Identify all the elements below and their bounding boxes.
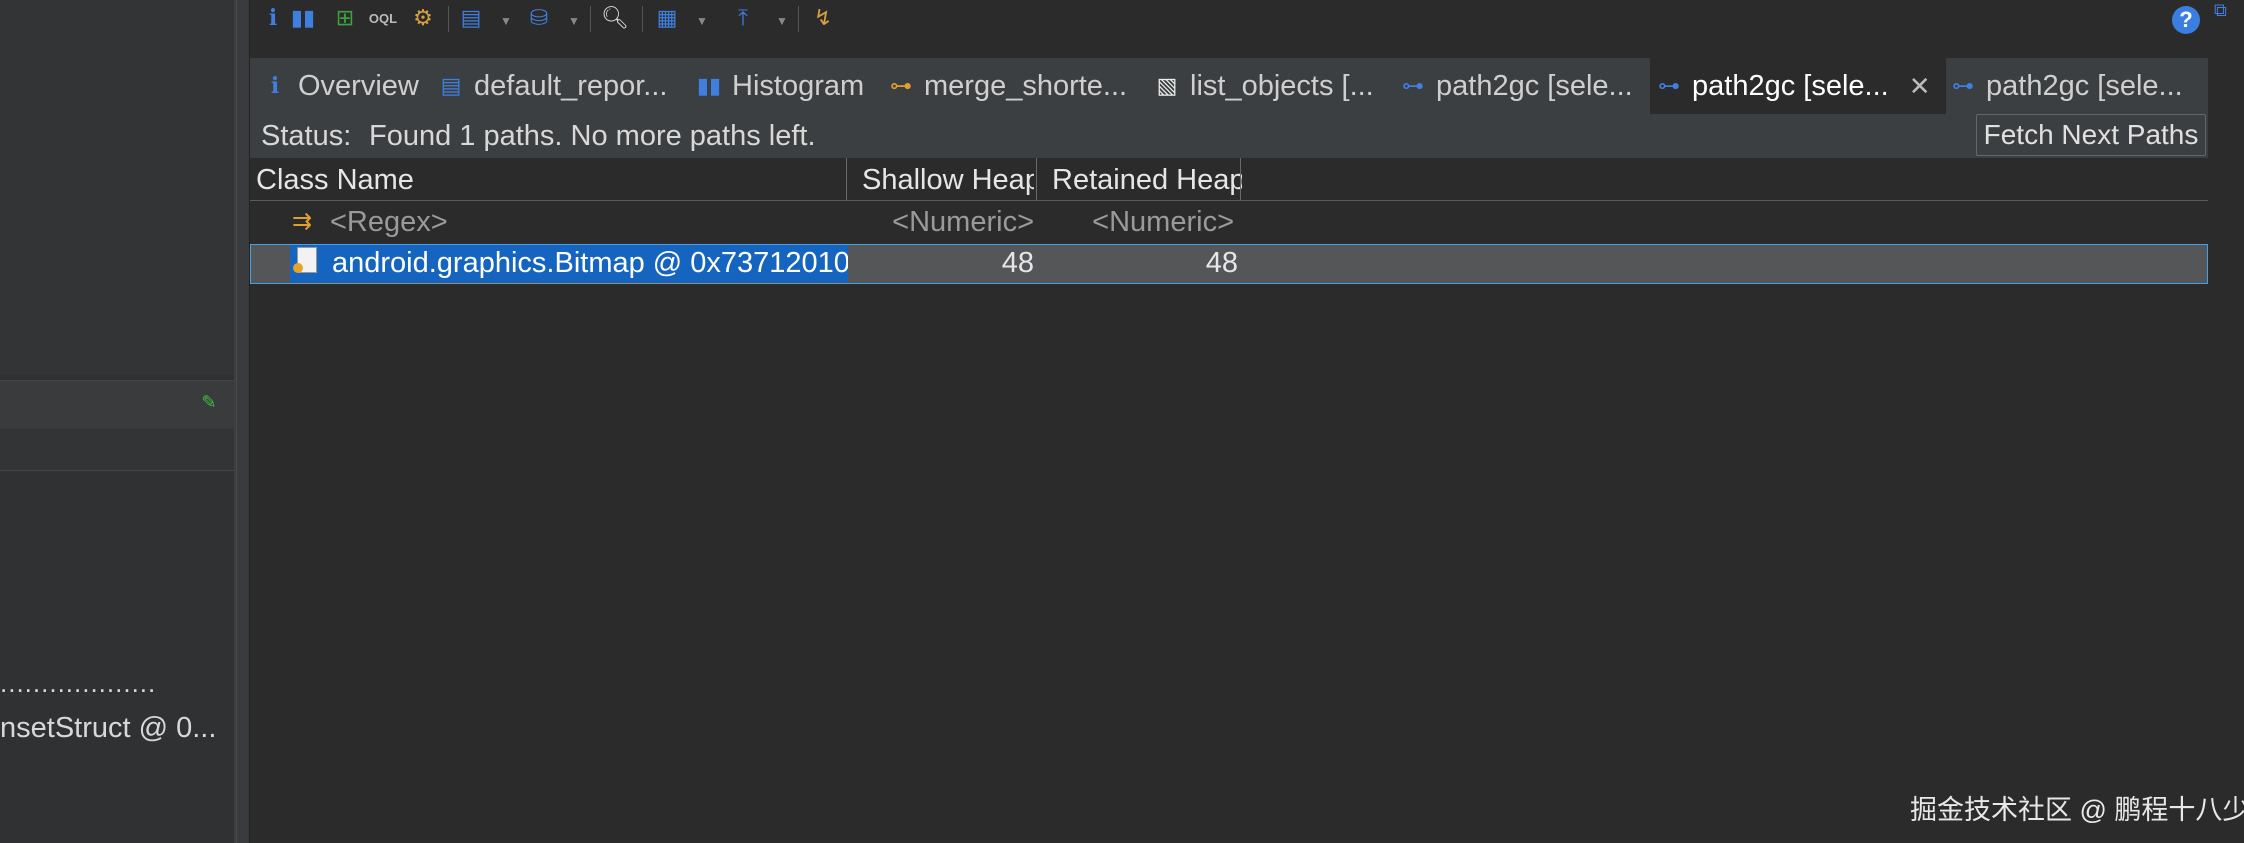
column-resize-handle[interactable] <box>1240 158 1241 200</box>
tab-path2gc-active[interactable]: ⊶ path2gc [sele... ✕ <box>1650 58 1946 114</box>
run-expert-icon[interactable]: ↯ <box>808 3 838 33</box>
query-browser-icon[interactable]: ▤ <box>456 3 486 33</box>
path-icon: ⊶ <box>1952 73 1974 98</box>
tab-label: Overview <box>298 69 419 102</box>
tab-path2gc-3[interactable]: ⊶ path2gc [sele... <box>1948 58 2208 114</box>
tab-label: default_repor... <box>474 69 668 102</box>
toolbar-separator <box>642 6 643 32</box>
column-resize-handle[interactable] <box>846 158 847 200</box>
path-icon: ⊶ <box>1658 73 1680 98</box>
tab-default-report[interactable]: ▤ default_repor... <box>436 58 684 114</box>
chevron-down-icon[interactable]: ▼ <box>500 14 512 28</box>
left-panel-subheader <box>0 430 234 471</box>
left-panel-row[interactable]: nsetStruct @ 0... <box>0 708 234 748</box>
column-header-retained-heap[interactable]: Retained Heap <box>1052 160 1242 200</box>
chevron-down-icon[interactable]: ▼ <box>776 14 788 28</box>
left-panel-dots: ................... <box>0 668 157 698</box>
perspective-icon[interactable]: ⧉ <box>2214 0 2244 20</box>
tab-label: merge_shorte... <box>924 69 1128 102</box>
dominator-tree-icon[interactable]: ⊞ <box>330 3 360 33</box>
path-icon: ⊶ <box>1402 73 1424 98</box>
editor-tab-bar: i Overview ▤ default_repor... ▮▮ Histogr… <box>250 58 2208 115</box>
oql-icon[interactable]: OQL <box>368 3 398 33</box>
panel-splitter[interactable] <box>236 0 250 843</box>
object-icon <box>293 247 321 277</box>
class-name-cell[interactable]: android.graphics.Bitmap @ 0x73712010 <box>332 243 848 283</box>
search-icon[interactable]: 🔍︎ <box>600 3 630 33</box>
tab-label: list_objects [... <box>1190 69 1374 102</box>
chevron-down-icon[interactable]: ▼ <box>568 14 580 28</box>
toolbar-separator <box>448 6 449 32</box>
column-resize-handle[interactable] <box>1036 158 1037 200</box>
regex-filter-icon: ⇉ <box>292 208 313 235</box>
fetch-next-paths-button[interactable]: Fetch Next Paths <box>1976 114 2206 156</box>
info-icon[interactable]: i <box>258 3 288 33</box>
regex-filter-input[interactable]: <Regex> <box>330 202 448 242</box>
toolbar-separator <box>798 6 799 32</box>
column-header-shallow-heap[interactable]: Shallow Heap <box>862 160 1034 200</box>
tab-label: Histogram <box>732 69 865 102</box>
toolbar: i ▮▮ ⊞ OQL ⚙ ▤ ▼ ⛁ ▼ 🔍︎ ▦ ▼ ⤒ ▼ ↯ <box>250 0 2244 40</box>
histogram-icon: ▮▮ <box>696 73 722 98</box>
tab-label: path2gc [sele... <box>1692 69 1889 102</box>
chevron-down-icon[interactable]: ▼ <box>696 14 708 28</box>
column-header-class-name[interactable]: Class Name <box>256 160 414 200</box>
histogram-icon[interactable]: ▮▮ <box>288 3 318 33</box>
calculator-icon[interactable]: ▦ <box>652 3 682 33</box>
shallow-heap-filter-input[interactable]: <Numeric> <box>886 202 1034 242</box>
database-icon[interactable]: ⛁ <box>524 3 554 33</box>
retained-heap-filter-input[interactable]: <Numeric> <box>1084 202 1234 242</box>
report-icon: ▤ <box>440 73 462 98</box>
help-icon[interactable]: ? <box>2172 6 2200 34</box>
left-panel-top <box>0 0 234 375</box>
tree-icon: ⊶ <box>890 73 912 98</box>
status-label: Status: <box>261 120 352 152</box>
heap-dump-overview-icon[interactable]: ⚙ <box>408 3 438 33</box>
watermark: 掘金技术社区 @ 鹏程十八少 <box>1910 795 2244 825</box>
close-icon[interactable]: ✕ <box>1909 71 1931 102</box>
shallow-heap-cell: 48 <box>1001 247 1034 279</box>
tab-label: path2gc [sele... <box>1986 69 2183 102</box>
list-icon: ▧ <box>1156 73 1178 98</box>
export-icon[interactable]: ⤒ <box>728 3 758 33</box>
status-text: Found 1 paths. No more paths left. <box>369 120 816 152</box>
info-icon: i <box>270 73 280 99</box>
toolbar-separator <box>590 6 591 32</box>
retained-heap-cell: 48 <box>1205 247 1238 279</box>
filter-row: <Regex> <Numeric> <Numeric> <box>250 202 2206 242</box>
tab-label: path2gc [sele... <box>1436 69 1633 102</box>
pin-icon[interactable]: ✎ <box>198 391 220 413</box>
